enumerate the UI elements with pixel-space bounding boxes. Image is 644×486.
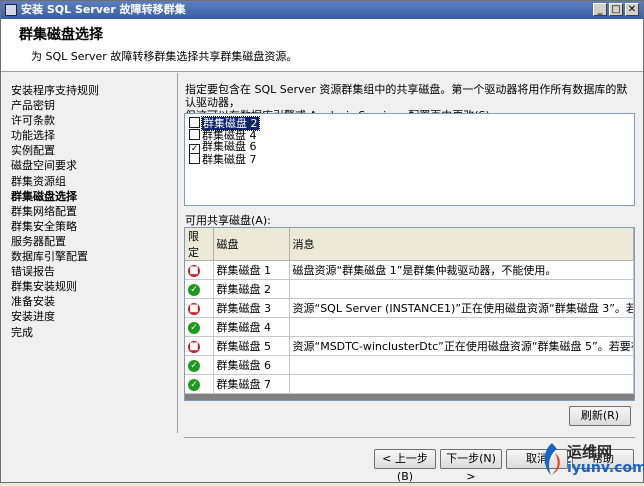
watermark-logo: 运维网 iyunv.com — [537, 441, 644, 479]
message-cell: 资源“SQL Server (INSTANCE1)”正在使用磁盘资源“群集磁盘 … — [289, 298, 634, 318]
disk-checklist-item[interactable]: 群集磁盘 2 — [189, 116, 260, 131]
disk-checklist[interactable]: 群集磁盘 2 群集磁盘 4 ✓ 群集磁盘 6 群集磁盘 7 — [184, 113, 635, 206]
window-title: 安装 SQL Server 故障转移群集 — [21, 3, 186, 16]
nav-step-item[interactable]: 群集安全策略 — [11, 219, 171, 234]
disk-checkbox-label: 群集磁盘 6 — [202, 140, 257, 153]
nav-divider — [177, 73, 178, 433]
nav-step-item[interactable]: 服务器配置 — [11, 234, 171, 249]
status-cell: ■ — [185, 298, 214, 318]
footer-divider — [184, 437, 635, 438]
nav-step-item[interactable]: 群集网络配置 — [11, 204, 171, 219]
page-header: 群集磁盘选择 为 SQL Server 故障转移群集选择共享群集磁盘资源。 — [1, 19, 643, 72]
error-icon: ■ — [188, 303, 200, 315]
nav-step-item[interactable]: 安装程序支持规则 — [11, 83, 171, 98]
nav-step-item[interactable]: 实例配置 — [11, 143, 171, 158]
status-cell: ■ — [185, 336, 214, 356]
nav-step-item[interactable]: 群集磁盘选择 — [11, 189, 171, 204]
nav-step-item[interactable]: 完成 — [11, 325, 171, 340]
page-subtitle: 为 SQL Server 故障转移群集选择共享群集磁盘资源。 — [31, 50, 298, 63]
nav-step-item[interactable]: 群集资源组 — [11, 174, 171, 189]
disk-checkbox[interactable] — [189, 129, 200, 140]
column-header-qualified[interactable]: 限定 — [185, 228, 214, 261]
disk-table-row[interactable]: ✓ 群集磁盘 6 — [185, 355, 634, 375]
message-cell — [289, 374, 634, 394]
next-button[interactable]: 下一步(N) > — [440, 449, 502, 483]
nav-step-item[interactable]: 准备安装 — [11, 294, 171, 309]
nav-step-item[interactable]: 安装进度 — [11, 309, 171, 324]
close-button[interactable]: ✕ — [625, 3, 639, 16]
disk-name-cell: 群集磁盘 5 — [213, 336, 290, 356]
wizard-steps-nav: 安装程序支持规则 产品密钥 许可条款 功能选择 实例配置 磁盘空间要求 群集资源组 群集磁盘选… — [11, 83, 171, 340]
disk-checklist-item[interactable]: 群集磁盘 7 — [189, 153, 257, 166]
nav-step-item[interactable]: 磁盘空间要求 — [11, 158, 171, 173]
disk-table-row[interactable]: ✓ 群集磁盘 7 — [185, 374, 634, 394]
check-ok-icon: ✓ — [188, 284, 200, 296]
page-title: 群集磁盘选择 — [19, 27, 103, 43]
disk-name-cell: 群集磁盘 1 — [213, 260, 290, 280]
message-cell — [289, 317, 634, 337]
nav-step-item[interactable]: 数据库引擎配置 — [11, 249, 171, 264]
check-ok-icon: ✓ — [188, 379, 200, 391]
column-header-message[interactable]: 消息 — [289, 228, 634, 261]
title-bar[interactable]: 安装 SQL Server 故障转移群集 _ □ ✕ — [1, 1, 643, 19]
disk-name-cell: 群集磁盘 4 — [213, 317, 290, 337]
message-cell: 资源“MSDTC-winclusterDtc”正在使用磁盘资源“群集磁盘 5”。… — [289, 336, 634, 356]
installer-window: 安装 SQL Server 故障转移群集 _ □ ✕ 群集磁盘选择 为 SQL … — [0, 0, 644, 483]
instructions-line-1: 指定要包含在 SQL Server 资源群集组中的共享磁盘。第一个驱动器将用作所… — [185, 83, 628, 109]
status-cell: ■ — [185, 260, 214, 280]
disk-checklist-item[interactable]: ✓ 群集磁盘 6 — [189, 140, 257, 155]
watermark-text-url: iyunv.com — [567, 460, 644, 476]
disk-table-row[interactable]: ■ 群集磁盘 3 资源“SQL Server (INSTANCE1)”正在使用磁盘资… — [185, 298, 634, 318]
nav-step-item[interactable]: 群集安装规则 — [11, 279, 171, 294]
disk-checkbox-label: 群集磁盘 7 — [202, 153, 257, 166]
watermark-swirl-icon — [544, 443, 560, 475]
disk-name-cell: 群集磁盘 3 — [213, 298, 290, 318]
status-cell: ✓ — [185, 374, 214, 394]
disk-table-row[interactable]: ■ 群集磁盘 1 磁盘资源“群集磁盘 1”是群集仲裁驱动器，不能使用。 — [185, 260, 634, 280]
nav-step-item[interactable]: 许可条款 — [11, 113, 171, 128]
status-cell: ✓ — [185, 355, 214, 375]
disk-name-cell: 群集磁盘 7 — [213, 374, 290, 394]
error-icon: ■ — [188, 265, 200, 277]
maximize-button[interactable]: □ — [609, 3, 623, 16]
minimize-button[interactable]: _ — [593, 3, 607, 16]
app-icon — [5, 4, 17, 16]
check-ok-icon: ✓ — [188, 360, 200, 372]
disk-checkbox[interactable] — [189, 153, 200, 164]
disk-table-row[interactable]: ✓ 群集磁盘 2 — [185, 279, 634, 299]
message-cell — [289, 279, 634, 299]
nav-step-item[interactable]: 功能选择 — [11, 128, 171, 143]
column-header-disk[interactable]: 磁盘 — [213, 228, 290, 261]
back-button[interactable]: < 上一步(B) — [374, 449, 436, 483]
disk-name-cell: 群集磁盘 6 — [213, 355, 290, 375]
available-disks-label: 可用共享磁盘(A): — [185, 214, 271, 227]
refresh-button[interactable]: 刷新(R) — [569, 406, 631, 426]
disk-table-row[interactable]: ✓ 群集磁盘 4 — [185, 317, 634, 337]
available-disks-grid[interactable]: 限定 磁盘 消息 ■ 群集磁盘 1 磁盘资源“群集磁盘 1”是群集仲裁驱动器，不能使… — [184, 227, 635, 401]
message-cell — [289, 355, 634, 375]
disk-table-row[interactable]: ■ 群集磁盘 5 资源“MSDTC-winclusterDtc”正在使用磁盘资源“群… — [185, 336, 634, 356]
watermark-text-cn: 运维网 — [567, 443, 613, 461]
status-cell: ✓ — [185, 317, 214, 337]
error-icon: ■ — [188, 341, 200, 353]
nav-step-item[interactable]: 错误报告 — [11, 264, 171, 279]
status-cell: ✓ — [185, 279, 214, 299]
nav-step-item[interactable]: 产品密钥 — [11, 98, 171, 113]
disk-checkbox[interactable] — [189, 117, 200, 128]
message-cell: 磁盘资源“群集磁盘 1”是群集仲裁驱动器，不能使用。 — [289, 260, 634, 280]
check-ok-icon: ✓ — [188, 322, 200, 334]
disk-name-cell: 群集磁盘 2 — [213, 279, 290, 299]
